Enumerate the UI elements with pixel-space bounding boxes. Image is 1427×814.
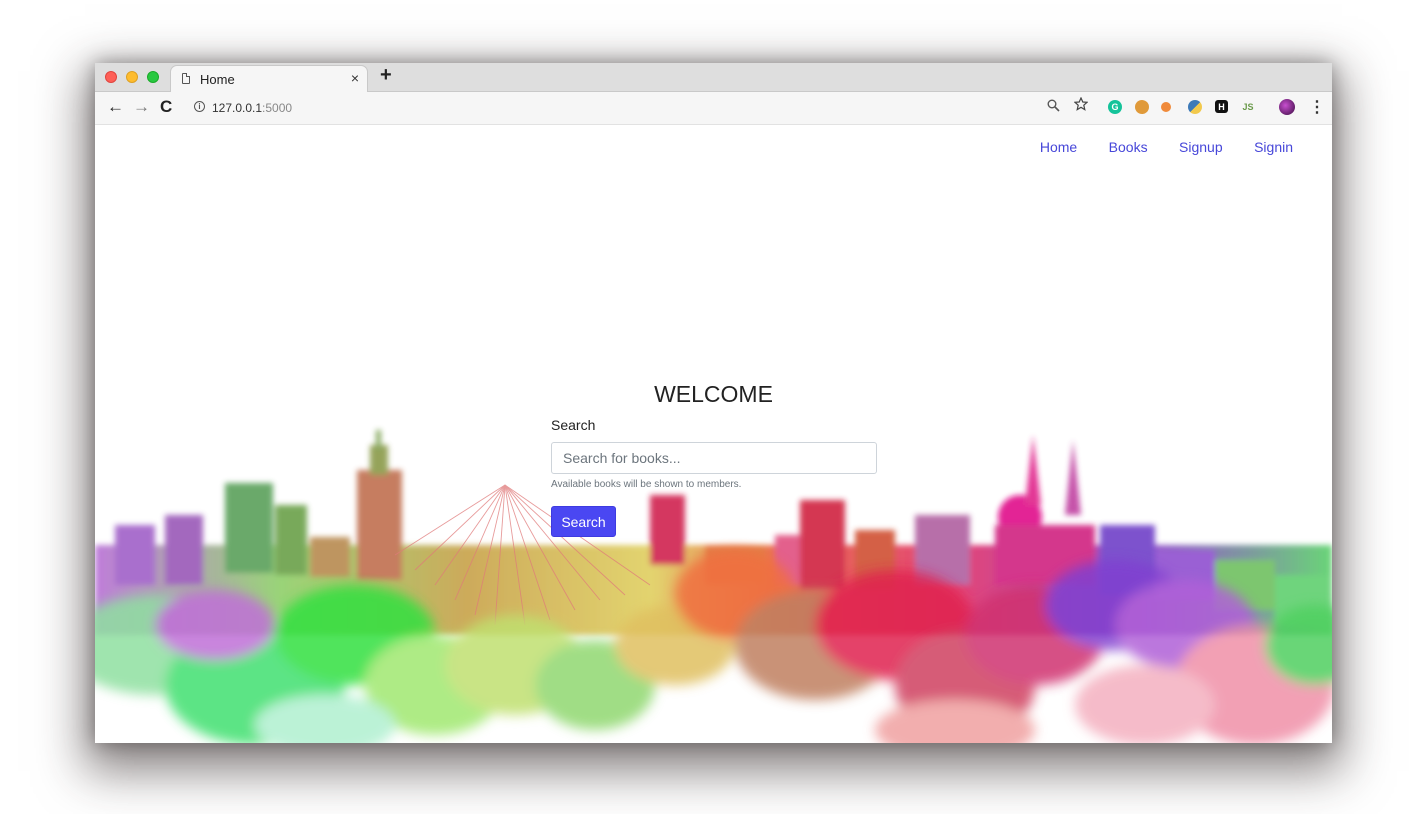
h-extension-icon[interactable]: H: [1215, 100, 1228, 113]
new-tab-button[interactable]: +: [380, 64, 392, 87]
cookie-extension-icon[interactable]: [1135, 100, 1149, 114]
nav-link-books[interactable]: Books: [1109, 139, 1148, 155]
tab-close-icon[interactable]: ×: [351, 70, 359, 86]
minimize-window-button[interactable]: [126, 71, 138, 83]
back-button[interactable]: ←: [107, 97, 124, 117]
search-label: Search: [551, 417, 596, 433]
top-navigation: Home Books Signup Signin: [1013, 139, 1293, 157]
python-extension-icon[interactable]: [1188, 100, 1202, 114]
watercolor-skyline-image: [95, 430, 1332, 743]
nav-link-home[interactable]: Home: [1040, 139, 1077, 155]
nav-link-signup[interactable]: Signup: [1179, 139, 1223, 155]
maximize-window-button[interactable]: [147, 71, 159, 83]
flower-extension-icon[interactable]: [1161, 102, 1171, 112]
url-port: :5000: [262, 101, 293, 115]
tab-strip: Home × +: [95, 63, 1332, 92]
close-window-button[interactable]: [105, 71, 117, 83]
page-title: WELCOME: [654, 381, 773, 407]
reload-button[interactable]: C: [160, 97, 172, 117]
browser-tab-home[interactable]: Home ×: [170, 65, 368, 92]
search-input[interactable]: [551, 442, 877, 474]
browser-window: Home × + ← → C i 127.0.0.1:5000 G H JS ⋮: [95, 63, 1332, 743]
address-bar[interactable]: i 127.0.0.1:5000: [187, 95, 1192, 120]
bookmark-star-icon[interactable]: [1073, 96, 1089, 114]
url-text: 127.0.0.1:5000: [212, 101, 292, 115]
browser-toolbar: ← → C i 127.0.0.1:5000 G H JS ⋮: [95, 92, 1332, 125]
browser-menu-icon[interactable]: ⋮: [1309, 97, 1325, 117]
page-content: Home Books Signup Signin WELCOME Search …: [95, 125, 1332, 743]
nodejs-extension-icon[interactable]: JS: [1241, 100, 1255, 114]
page-icon: [182, 73, 190, 84]
search-help-text: Available books will be shown to members…: [551, 479, 742, 490]
nav-link-signin[interactable]: Signin: [1254, 139, 1293, 155]
tab-title: Home: [200, 72, 235, 87]
zoom-icon[interactable]: [1047, 99, 1060, 115]
search-button[interactable]: Search: [551, 506, 616, 537]
url-host: 127.0.0.1: [212, 101, 263, 115]
site-info-icon[interactable]: i: [194, 101, 205, 112]
grammarly-extension-icon[interactable]: G: [1108, 100, 1122, 114]
forward-button[interactable]: →: [133, 97, 150, 117]
profile-avatar-icon[interactable]: [1279, 99, 1295, 115]
